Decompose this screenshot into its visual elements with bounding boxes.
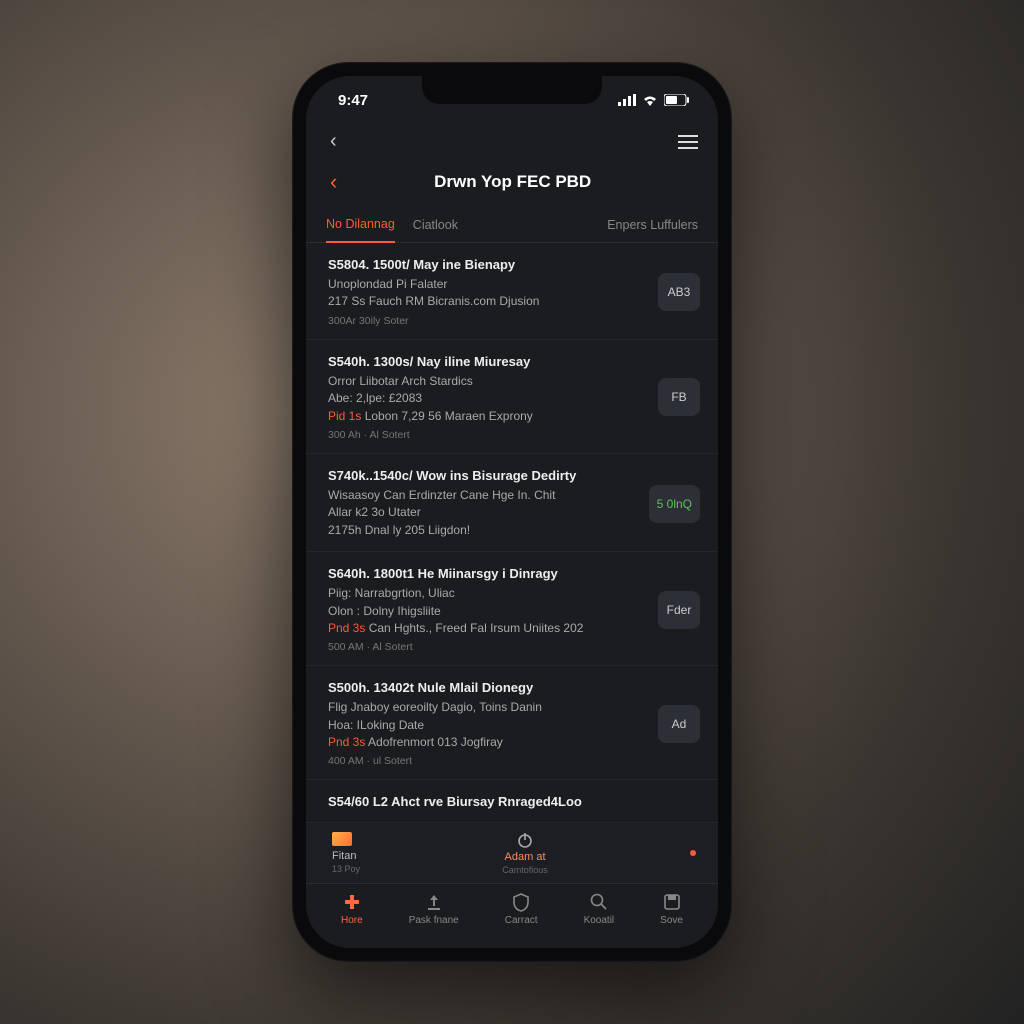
- quick-center-sub: Camtofious: [502, 865, 548, 875]
- tab-bar: Hore Pask fnane Carract Kooatil Sove: [306, 883, 718, 948]
- item-badge[interactable]: Fder: [658, 591, 700, 629]
- quick-right[interactable]: [690, 850, 696, 856]
- battery-icon: [664, 94, 690, 106]
- tab-nodilannag[interactable]: No Dilannag: [326, 209, 395, 243]
- tabbar-sove[interactable]: Sove: [660, 892, 683, 926]
- item-meta: 400 AM · ul Sotert: [328, 755, 646, 767]
- list-item[interactable]: S54/60 L2 Ahct rve Biursay Rnraged4Loo: [306, 780, 718, 813]
- quick-left-sub: 13 Poy: [332, 864, 360, 874]
- power-icon: [516, 831, 534, 849]
- item-badge[interactable]: AB3: [658, 273, 700, 311]
- page-title: Drwn Yop FEC PBD: [355, 172, 670, 192]
- list-item[interactable]: S500h. 13402t Nule Mlail Dionegy Flig Jn…: [306, 666, 718, 780]
- back-accent-icon[interactable]: ‹: [326, 167, 341, 197]
- item-badge[interactable]: FB: [658, 378, 700, 416]
- notch: [422, 76, 602, 104]
- tabbar-carract[interactable]: Carract: [505, 892, 538, 926]
- title-row: ‹ Drwn Yop FEC PBD: [306, 161, 718, 209]
- item-line: Pnd 3s Adofrenmort 013 Jogfiray: [328, 734, 646, 751]
- tabbar-pask[interactable]: Pask fnane: [409, 892, 459, 926]
- item-line: Orror Liibotar Arch Stardics: [328, 373, 646, 390]
- item-line: 217 Ss Fauch RM Bicranis.com Djusion: [328, 293, 646, 310]
- save-icon: [662, 892, 682, 912]
- item-line: Olon : Dolny Ihigsliite: [328, 603, 646, 620]
- item-line: Pnd 3s Can Hghts., Freed Fal Irsum Uniit…: [328, 620, 646, 637]
- status-icons: [618, 94, 690, 106]
- item-line: Unoplondad Pi Falater: [328, 276, 646, 293]
- item-badge[interactable]: 5 0lnQ: [649, 485, 700, 523]
- card-icon: [332, 832, 352, 846]
- plus-icon: [342, 892, 362, 912]
- item-line: Abe: 2,lpe: £2083: [328, 390, 646, 407]
- quick-left-label: Fitan: [332, 850, 356, 862]
- search-icon: [589, 892, 609, 912]
- item-heading: S54/60 L2 Ahct rve Biursay Rnraged4Loo: [328, 794, 700, 809]
- nav-row: ‹: [306, 120, 718, 161]
- signal-icon: [618, 94, 636, 106]
- item-heading: S540h. 1300s/ Nay iline Miuresay: [328, 354, 646, 369]
- quick-center-label: Adam at: [505, 851, 546, 863]
- item-meta: 500 AM · Al Sotert: [328, 641, 646, 653]
- phone-frame: 9:47 ‹ ‹ Drwn Yop FEC PBD No Dilannag Ci…: [292, 62, 732, 962]
- item-line: Pid 1s Lobon 7,29 56 Maraen Exprony: [328, 408, 646, 425]
- tabbar-home[interactable]: Hore: [341, 892, 363, 926]
- status-time: 9:47: [338, 92, 368, 109]
- shield-icon: [511, 892, 531, 912]
- list-item[interactable]: S5804. 1500t/ May ine Bienapy Unoplondad…: [306, 243, 718, 340]
- hamburger-menu-icon[interactable]: [678, 135, 698, 149]
- item-line: Wisaasoy Can Erdinzter Cane Hge In. Chit: [328, 487, 637, 504]
- tab-enpers[interactable]: Enpers Luffulers: [607, 210, 698, 242]
- back-chevron-icon[interactable]: ‹: [326, 126, 341, 157]
- item-heading: S500h. 13402t Nule Mlail Dionegy: [328, 680, 646, 695]
- quick-row: Fitan 13 Poy Adam at Camtofious: [306, 822, 718, 883]
- item-meta: 300 Ah · Al Sotert: [328, 429, 646, 441]
- screen: 9:47 ‹ ‹ Drwn Yop FEC PBD No Dilannag Ci…: [306, 76, 718, 948]
- tab-ciatlook[interactable]: Ciatlook: [413, 210, 458, 242]
- list-item[interactable]: S640h. 1800t1 He Miinarsgy i Dinragy Pii…: [306, 552, 718, 666]
- tabs: No Dilannag Ciatlook Enpers Luffulers: [306, 209, 718, 243]
- item-heading: S640h. 1800t1 He Miinarsgy i Dinragy: [328, 566, 646, 581]
- item-line: Allar k2 3o Utater: [328, 504, 637, 521]
- list-item[interactable]: S740k..1540c/ Wow ins Bisurage Dedirty W…: [306, 454, 718, 552]
- upload-icon: [424, 892, 444, 912]
- item-line: Hoa: ILoking Date: [328, 717, 646, 734]
- quick-center[interactable]: Adam at Camtofious: [502, 831, 548, 875]
- item-heading: S5804. 1500t/ May ine Bienapy: [328, 257, 646, 272]
- item-line: Flig Jnaboy eoreoilty Dagio, Toins Danin: [328, 699, 646, 716]
- list[interactable]: S5804. 1500t/ May ine Bienapy Unoplondad…: [306, 243, 718, 822]
- quick-left[interactable]: Fitan 13 Poy: [332, 832, 360, 874]
- notification-dot-icon: [690, 850, 696, 856]
- item-line: Piig: Narrabgrtion, Uliac: [328, 585, 646, 602]
- wifi-icon: [642, 94, 658, 106]
- item-line: 2175h Dnal ly 205 Liigdon!: [328, 522, 637, 539]
- item-heading: S740k..1540c/ Wow ins Bisurage Dedirty: [328, 468, 637, 483]
- item-meta: 300Ar 30ily Soter: [328, 315, 646, 327]
- tabbar-kooatil[interactable]: Kooatil: [584, 892, 615, 926]
- list-item[interactable]: S540h. 1300s/ Nay iline Miuresay Orror L…: [306, 340, 718, 454]
- item-badge[interactable]: Ad: [658, 705, 700, 743]
